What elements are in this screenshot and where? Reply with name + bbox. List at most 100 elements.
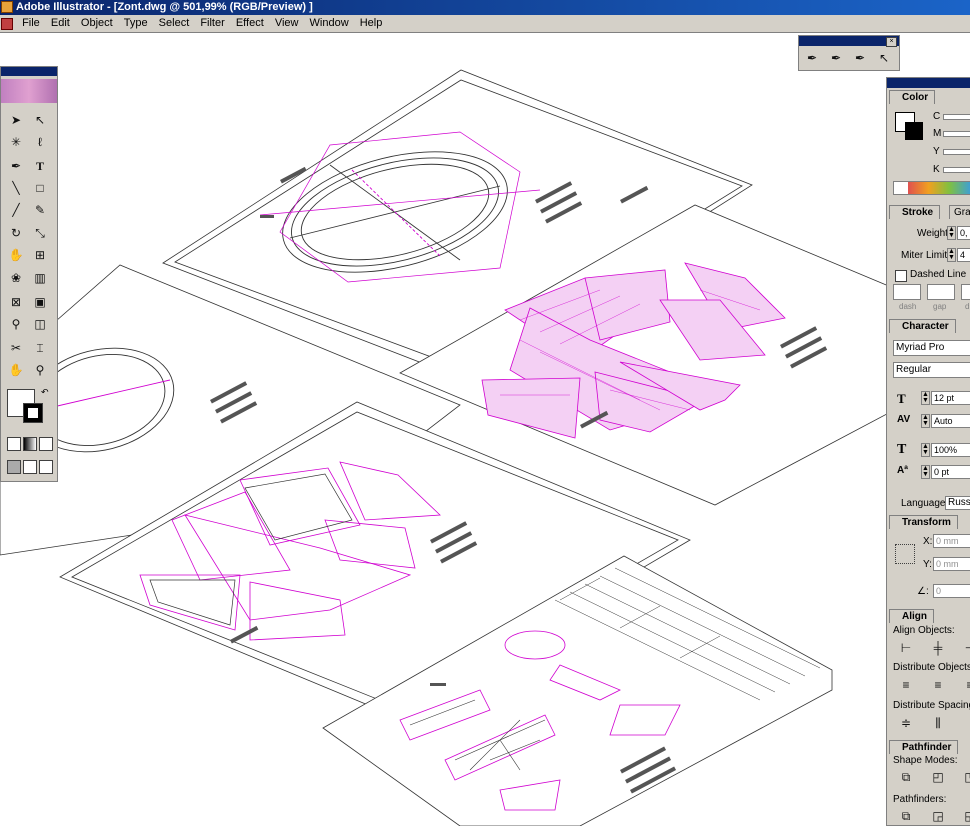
trim-icon[interactable]: ◲	[929, 807, 947, 825]
weight-field[interactable]: 0,	[957, 226, 970, 240]
free-transform-tool-icon[interactable]: ⊞	[31, 246, 49, 264]
scale-tool-icon[interactable]: ⤡	[31, 224, 49, 242]
miter-spinner[interactable]: ▲ ▼	[947, 248, 956, 262]
y-slider[interactable]	[943, 149, 970, 155]
baseline-field[interactable]: 0 pt	[931, 465, 970, 479]
menu-type[interactable]: Type	[120, 15, 152, 32]
divide-icon[interactable]: ⧉	[897, 807, 915, 825]
distribute-top-icon[interactable]: ≡	[897, 676, 915, 694]
eyedropper-tool-icon[interactable]: ⚲	[7, 315, 25, 333]
tab-stroke[interactable]: Stroke	[889, 205, 941, 219]
font-size-spinner[interactable]: ▲ ▼	[921, 391, 930, 405]
full-screen-menu-icon[interactable]	[23, 460, 37, 474]
swap-colors-icon[interactable]: ↶	[41, 387, 49, 398]
intersect-shape-icon[interactable]: ◳	[961, 768, 970, 786]
align-right-icon[interactable]: ⊣	[961, 639, 970, 657]
align-center-icon[interactable]: ╪	[929, 639, 947, 657]
selection-tool-icon[interactable]: ➤	[7, 111, 25, 129]
tab-character[interactable]: Character	[889, 319, 956, 333]
warp-tool-icon[interactable]: ✋	[7, 246, 25, 264]
leading-spinner[interactable]: ▲ ▼	[921, 414, 930, 428]
rectangle-tool-icon[interactable]: □	[31, 179, 49, 197]
dash-field-1[interactable]	[893, 284, 921, 300]
dash-field-2[interactable]	[961, 284, 970, 300]
none-mode-icon[interactable]	[39, 437, 53, 451]
horizontal-scale-field[interactable]: 100%	[931, 443, 970, 457]
font-style-select[interactable]: Regular	[893, 362, 970, 378]
tab-gradient[interactable]: Gra	[949, 205, 970, 219]
add-anchor-icon[interactable]: ✒	[827, 49, 845, 67]
pencil-tool-icon[interactable]: ✎	[31, 201, 49, 219]
gradient-mode-icon[interactable]	[23, 437, 37, 451]
toolbox-titlebar[interactable]	[1, 67, 57, 76]
pen-panel-titlebar[interactable]	[799, 36, 899, 46]
add-shape-icon[interactable]: ⧉	[897, 768, 915, 786]
merge-icon[interactable]: ◱	[961, 807, 970, 825]
color-mode-icon[interactable]	[7, 437, 21, 451]
convert-anchor-icon[interactable]: ↖	[875, 49, 893, 67]
menu-effect[interactable]: Effect	[232, 15, 268, 32]
standard-screen-icon[interactable]	[7, 460, 21, 474]
tab-transform[interactable]: Transform	[889, 515, 958, 529]
menu-file[interactable]: File	[18, 15, 44, 32]
c-slider[interactable]	[943, 114, 970, 120]
k-slider[interactable]	[943, 167, 970, 173]
tab-align[interactable]: Align	[889, 609, 934, 623]
full-screen-icon[interactable]	[39, 460, 53, 474]
magic-wand-tool-icon[interactable]: ✳	[7, 133, 25, 151]
distribute-center-icon[interactable]: ≡	[929, 676, 947, 694]
stroke-swatch[interactable]	[905, 122, 923, 140]
font-size-field[interactable]: 12 pt	[931, 391, 970, 405]
language-select[interactable]: Russ	[945, 496, 970, 510]
menu-edit[interactable]: Edit	[47, 15, 74, 32]
menu-object[interactable]: Object	[77, 15, 117, 32]
leading-field[interactable]: Auto	[931, 414, 970, 428]
font-family-select[interactable]: Myriad Pro	[893, 340, 970, 356]
miter-field[interactable]: 4	[957, 248, 970, 262]
palette-titlebar[interactable]	[887, 78, 970, 88]
menu-view[interactable]: View	[271, 15, 303, 32]
scissors-tool-icon[interactable]: ✂	[7, 339, 25, 357]
x-field[interactable]: 0 mm	[933, 534, 970, 548]
slice-tool-icon[interactable]: ⌶	[31, 339, 49, 357]
gradient-tool-icon[interactable]: ▣	[31, 293, 49, 311]
menu-window[interactable]: Window	[306, 15, 353, 32]
lasso-tool-icon[interactable]: ℓ	[31, 133, 49, 151]
artboard-canvas[interactable]	[0, 33, 970, 827]
subtract-shape-icon[interactable]: ◰	[929, 768, 947, 786]
rotate-tool-icon[interactable]: ↻	[7, 224, 25, 242]
distribute-bottom-icon[interactable]: ≡	[961, 676, 970, 694]
m-slider[interactable]	[943, 131, 970, 137]
blend-tool-icon[interactable]: ◫	[31, 315, 49, 333]
weight-spinner[interactable]: ▲ ▼	[947, 226, 956, 240]
delete-anchor-icon[interactable]: ✒	[851, 49, 869, 67]
tab-color[interactable]: Color	[889, 90, 936, 104]
reference-point-icon[interactable]	[895, 544, 915, 564]
type-tool-icon[interactable]: T	[31, 157, 49, 175]
mesh-tool-icon[interactable]: ⊠	[7, 293, 25, 311]
symbol-sprayer-tool-icon[interactable]: ❀	[7, 269, 25, 287]
zoom-tool-icon[interactable]: ⚲	[31, 361, 49, 379]
y-field[interactable]: 0 mm	[933, 557, 970, 571]
tab-pathfinder[interactable]: Pathfinder	[889, 740, 959, 754]
align-left-icon[interactable]: ⊢	[897, 639, 915, 657]
stroke-color-swatch[interactable]	[23, 403, 43, 423]
direct-selection-tool-icon[interactable]: ↖	[31, 111, 49, 129]
distribute-horizontal-space-icon[interactable]: ⫼	[929, 714, 947, 732]
dashed-line-checkbox[interactable]	[895, 270, 907, 282]
angle-field[interactable]: 0	[933, 584, 970, 598]
paintbrush-tool-icon[interactable]: ╱	[7, 201, 25, 219]
hand-tool-icon[interactable]: ✋	[7, 361, 25, 379]
close-icon[interactable]: ×	[886, 37, 897, 47]
document-system-icon[interactable]	[1, 18, 13, 30]
column-graph-tool-icon[interactable]: ▥	[31, 269, 49, 287]
gap-field-1[interactable]	[927, 284, 955, 300]
distribute-vertical-space-icon[interactable]: ≑	[897, 714, 915, 732]
menu-filter[interactable]: Filter	[196, 15, 228, 32]
menu-help[interactable]: Help	[356, 15, 387, 32]
baseline-spinner[interactable]: ▲ ▼	[921, 465, 930, 479]
pen-icon[interactable]: ✒	[803, 49, 821, 67]
color-spectrum-bar[interactable]	[893, 181, 970, 195]
pen-tool-icon[interactable]: ✒	[7, 157, 25, 175]
line-tool-icon[interactable]: ╲	[7, 179, 25, 197]
